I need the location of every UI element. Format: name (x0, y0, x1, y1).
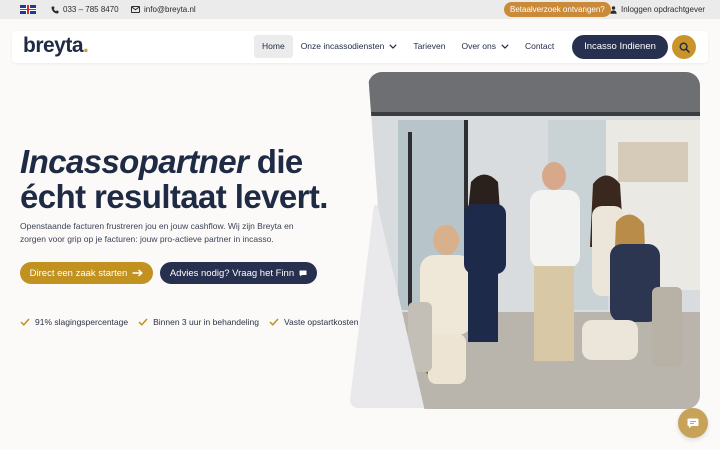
nav-item-over-ons[interactable]: Over ons (453, 35, 517, 58)
hero-title: Incassopartner die écht resultaat levert… (20, 143, 328, 215)
hero-subtitle: Openstaande facturen frustreren jou en j… (20, 221, 294, 244)
check-icon (138, 318, 148, 326)
ask-finn-label: Advies nodig? Vraag het Finn (169, 267, 295, 279)
submit-collection-button[interactable]: Incasso Indienen (572, 35, 668, 59)
chat-bubble-icon (299, 270, 307, 276)
breyta-logo[interactable]: breyta. (23, 34, 89, 58)
usp-item: 91% slagingspercentage (20, 317, 128, 327)
nav-item-contact[interactable]: Contact (517, 35, 562, 58)
login-label: Inloggen opdrachtgever (621, 5, 706, 14)
start-case-button[interactable]: Direct een zaak starten (20, 262, 153, 284)
email-address: info@breyta.nl (144, 5, 196, 14)
chevron-down-icon (501, 44, 509, 49)
check-icon (269, 318, 279, 326)
uk-flag-icon[interactable] (20, 5, 36, 14)
usp-item: Vaste opstartkosten (269, 317, 358, 327)
phone-icon (51, 6, 59, 13)
main-navigation: Home Onze incassodiensten Tarieven Over … (254, 35, 562, 58)
mail-icon (131, 6, 140, 13)
team-photo (368, 72, 700, 409)
user-icon (610, 5, 617, 14)
nav-item-home[interactable]: Home (254, 35, 293, 58)
phone-number: 033 – 785 8470 (63, 5, 119, 14)
check-icon (20, 318, 30, 326)
chevron-down-icon (389, 44, 397, 49)
nav-item-incassodiensten[interactable]: Onze incassodiensten (293, 35, 406, 58)
chat-icon (687, 418, 699, 428)
email-link[interactable]: info@breyta.nl (131, 5, 196, 14)
phone-link[interactable]: 033 – 785 8470 (51, 5, 119, 14)
nav-item-tarieven[interactable]: Tarieven (405, 35, 453, 58)
search-button[interactable] (672, 35, 696, 59)
top-utility-bar: 033 – 785 8470 info@breyta.nl Betaalverz… (0, 0, 720, 19)
usp-item: Binnen 3 uur in behandeling (138, 317, 259, 327)
arrow-right-icon (132, 269, 144, 277)
payment-request-button[interactable]: Betaalverzoek ontvangen? (504, 2, 611, 17)
client-login-link[interactable]: Inloggen opdrachtgever (610, 5, 705, 14)
start-case-label: Direct een zaak starten (29, 267, 128, 279)
search-icon (678, 41, 690, 53)
main-header: breyta. Home Onze incassodiensten Tariev… (12, 31, 708, 63)
ask-finn-button[interactable]: Advies nodig? Vraag het Finn (160, 262, 317, 284)
usp-list: 91% slagingspercentage Binnen 3 uur in b… (20, 317, 358, 327)
chat-widget-button[interactable] (678, 408, 708, 438)
